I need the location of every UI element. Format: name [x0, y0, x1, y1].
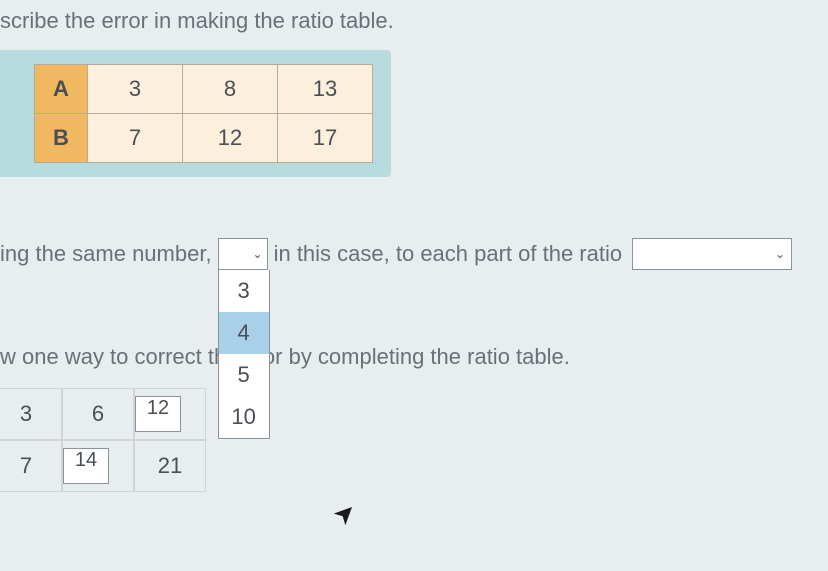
chevron-down-icon: ⌄ [253, 247, 263, 261]
row-b-label: B [35, 114, 88, 163]
answer-input[interactable]: 14 [63, 448, 109, 484]
number-dropdown[interactable]: ⌄ 3 4 5 10 [218, 238, 268, 270]
cell-b1: 7 [88, 114, 183, 163]
table-row: B 7 12 17 [35, 114, 373, 163]
cell-b2: 12 [183, 114, 278, 163]
ans-cell: 6 [62, 388, 134, 440]
ans-input-cell: 12 [134, 388, 206, 440]
chevron-down-icon: ⌄ [775, 247, 785, 261]
row-a-label: A [35, 65, 88, 114]
dropdown-option[interactable]: 3 [219, 270, 269, 312]
instr2-a: w one way to correct th [0, 344, 226, 369]
ratio-table-container: X A 3 8 13 B 7 12 17 [0, 50, 391, 177]
instruction-2: w one way to correct th or by completing… [0, 344, 828, 370]
cell-a2: 8 [183, 65, 278, 114]
table-row: 7 14 21 [0, 440, 206, 492]
question-prompt: scribe the error in making the ratio tab… [0, 0, 828, 50]
answer-input[interactable]: 12 [135, 396, 181, 432]
ans-cell: 21 [134, 440, 206, 492]
dropdown-list[interactable]: 3 4 5 10 [218, 270, 270, 439]
ans-cell: 7 [0, 440, 62, 492]
ans-input-cell: 14 [62, 440, 134, 492]
dropdown-option[interactable]: 4 [219, 312, 269, 354]
table-row: A 3 8 13 [35, 65, 373, 114]
ratio-table: A 3 8 13 B 7 12 17 [34, 64, 373, 163]
cell-b3: 17 [278, 114, 373, 163]
dropdown-option[interactable]: 5 [219, 354, 269, 396]
dropdown-selected[interactable]: ⌄ [218, 238, 268, 270]
table-row: 3 6 12 [0, 388, 206, 440]
instr2-b: or by completing the ratio table. [263, 344, 570, 369]
fill-text-2: in this case, to each part of the ratio [274, 241, 623, 267]
ratio-dropdown[interactable]: ⌄ [632, 238, 792, 270]
fill-text-1: ing the same number, [0, 241, 212, 267]
cell-a3: 13 [278, 65, 373, 114]
dropdown-option[interactable]: 10 [219, 396, 269, 438]
answer-ratio-table: 3 6 12 7 14 21 [0, 388, 206, 492]
cell-a1: 3 [88, 65, 183, 114]
mouse-cursor-icon: ➤ [326, 495, 363, 532]
fill-in-sentence: ing the same number, ⌄ 3 4 5 10 in this … [0, 238, 828, 270]
ans-cell: 3 [0, 388, 62, 440]
